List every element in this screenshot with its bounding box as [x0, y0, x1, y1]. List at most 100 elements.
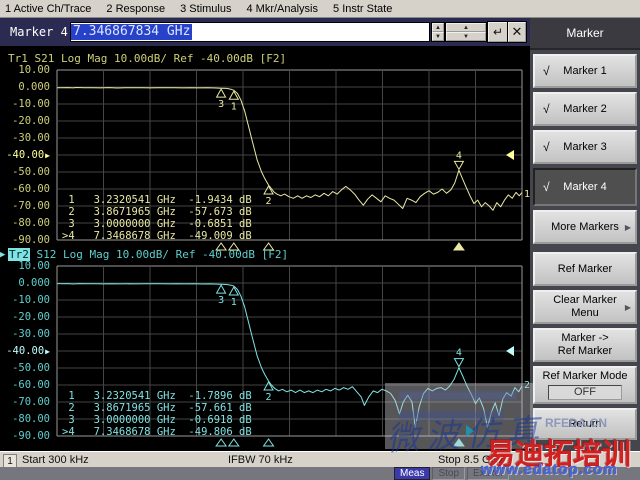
enter-button[interactable]: ↵	[488, 22, 508, 42]
stimulus-marker-4-icon[interactable]	[452, 242, 465, 251]
marker-1-symbol[interactable]: 1	[228, 286, 240, 308]
softkey-marker-1[interactable]: √ Marker 1	[533, 54, 637, 88]
y-tick-label: -40.00▶	[6, 149, 50, 161]
softkey-panel: Marker √ Marker 1 √ Marker 2 √ Marker 3 √ Marke…	[530, 18, 640, 480]
softkey-label: Marker 4	[563, 180, 607, 193]
stimulus-marker-1-icon[interactable]	[227, 438, 240, 447]
y-tick-label: -60.00	[12, 379, 50, 391]
softkey-label: Marker ->	[561, 332, 609, 344]
check-icon: √	[543, 101, 550, 116]
softkey-label: Ref Marker	[557, 345, 613, 357]
status-indicator-stop: Stop	[432, 467, 466, 480]
y-tick-label: -30.00	[12, 328, 50, 340]
check-icon: √	[543, 139, 550, 154]
svg-text:4: 4	[456, 150, 462, 161]
softkey-label: Clear Marker	[553, 294, 617, 306]
svg-text:2: 2	[266, 392, 272, 403]
ref-level-arrow-icon: ▶	[45, 151, 50, 160]
step-down-icon[interactable]: ▼	[446, 32, 486, 41]
marker-value-selected-text: 7.346867834 GHz	[71, 24, 193, 40]
marker-3-symbol[interactable]: 3	[215, 284, 227, 306]
softkey-ref-marker-mode[interactable]: Ref Marker Mode OFF	[533, 366, 637, 404]
marker-3-symbol[interactable]: 3	[215, 88, 227, 110]
softkey-panel-title: Marker	[530, 18, 640, 50]
softkey-label: Marker 3	[563, 140, 607, 153]
plot-area: 3124131242 Tr1 S21 Log Mag 10.00dB/ Ref …	[0, 46, 530, 451]
menu-item-4[interactable]: 4 Mkr/Analysis	[246, 3, 318, 15]
y-tick-label: 0.000	[18, 81, 50, 93]
status-bar: 1 Start 300 kHz IFBW 70 kHz Stop 8.5 GHz	[0, 451, 640, 468]
menu-bar: 1 Active Ch/Trace 2 Response 3 Stimulus 4 M…	[0, 0, 640, 18]
softkey-label: Marker 1	[563, 64, 607, 77]
marker-1-symbol[interactable]: 1	[228, 90, 240, 112]
y-tick-label: 10.00	[18, 260, 50, 272]
menu-item-1[interactable]: 1 Active Ch/Trace	[5, 3, 91, 15]
menu-item-2[interactable]: 2 Response	[106, 3, 165, 15]
softkey-ref-marker[interactable]: Ref Marker	[533, 252, 637, 286]
softkey-label: Return	[568, 417, 602, 430]
softkey-marker-4[interactable]: √ Marker 4	[533, 168, 637, 206]
softkey-marker-3[interactable]: √ Marker 3	[533, 130, 637, 164]
y-tick-label: -80.00	[12, 413, 50, 425]
status-indicator-meas[interactable]: Meas	[394, 467, 431, 480]
stop-frequency-label: Stop 8.5 GHz	[438, 454, 505, 466]
softkey-label: More Markers	[551, 220, 619, 233]
y-tick-label: -40.00▶	[6, 345, 50, 357]
softkey-return[interactable]: Return	[533, 408, 637, 440]
step-up-icon[interactable]: ▲	[446, 23, 486, 32]
softkey-marker-2[interactable]: √ Marker 2	[533, 92, 637, 126]
y-tick-label: -10.00	[12, 294, 50, 306]
softkey-state-value: OFF	[548, 385, 622, 400]
softkey-marker-to-ref-marker[interactable]: Marker -> Ref Marker	[533, 328, 637, 362]
y-axis-labels: 10.00 0.000 -10.00 -20.00 -30.00 -40.00▶ -50.0…	[2, 65, 50, 246]
y-tick-label: -10.00	[12, 98, 50, 110]
marker-table-row: 1 3.2320541 GHz -1.7896 dB	[62, 390, 252, 402]
softkey-label: Marker 2	[563, 102, 607, 115]
trace-format-text: S21 Log Mag 10.00dB/ Ref -40.00dB [F2]	[27, 52, 287, 65]
stimulus-marker-4-icon[interactable]	[452, 438, 465, 447]
y-tick-label: -20.00	[12, 115, 50, 127]
svg-text:1: 1	[231, 297, 237, 308]
marker-table-row: >4 7.3468678 GHz -49.009 dB	[62, 230, 252, 242]
check-icon: √	[543, 63, 550, 78]
close-icon[interactable]: ✕	[508, 22, 526, 42]
marker-value-input[interactable]: 7.346867834 GHz	[70, 22, 430, 42]
svg-text:3: 3	[218, 99, 224, 110]
entry-label: Marker 4	[10, 25, 68, 39]
menu-item-5[interactable]: 5 Instr State	[333, 3, 392, 15]
svg-text:1: 1	[231, 101, 237, 112]
marker-table-row: 3 3.0000000 GHz -0.6851 dB	[62, 218, 252, 230]
instrument-status-strip: Meas Stop ExtRef	[0, 467, 640, 480]
softkey-label: Menu	[571, 307, 599, 319]
marker-table-tr1: 1 3.2320541 GHz -1.9434 dB 2 3.8671965 G…	[62, 194, 252, 242]
y-tick-label: -50.00	[12, 362, 50, 374]
stimulus-marker-2-icon[interactable]	[262, 438, 275, 447]
fine-stepper[interactable]: ▲ ▼	[431, 22, 445, 42]
marker-table-row: 2 3.8671965 GHz -57.661 dB	[62, 402, 252, 414]
softkey-clear-marker-menu[interactable]: Clear Marker Menu ▶	[533, 290, 637, 324]
svg-text:3: 3	[218, 295, 224, 306]
trace-format-text: S12 Log Mag 10.00dB/ Ref -40.00dB [F2]	[29, 248, 289, 261]
step-up-icon[interactable]: ▲	[432, 23, 444, 32]
y-axis-labels: 10.00 0.000 -10.00 -20.00 -30.00 -40.00▶ -50.0…	[2, 261, 50, 442]
channel-number-badge: 1	[3, 454, 17, 468]
menu-item-3[interactable]: 3 Stimulus	[180, 3, 231, 15]
marker-table-row: >4 7.3468678 GHz -49.806 dB	[62, 426, 252, 438]
active-trace-arrow-icon: ▶	[0, 249, 6, 260]
ifbw-label: IFBW 70 kHz	[228, 454, 293, 466]
svg-text:2: 2	[266, 196, 272, 207]
coarse-stepper[interactable]: ▲ ▼	[445, 22, 487, 42]
submenu-arrow-icon: ▶	[624, 222, 631, 232]
y-tick-label: -80.00	[12, 217, 50, 229]
marker-4-symbol[interactable]: 4	[453, 150, 465, 171]
marker-table-row: 3 3.0000000 GHz -0.6918 dB	[62, 414, 252, 426]
softkey-more-markers[interactable]: More Markers ▶	[533, 210, 637, 244]
svg-text:4: 4	[456, 348, 462, 359]
ref-level-arrow-icon: ▶	[45, 347, 50, 356]
stimulus-marker-3-icon[interactable]	[215, 438, 228, 447]
softkey-label: Ref Marker Mode	[542, 370, 628, 382]
y-tick-label: -70.00	[12, 200, 50, 212]
check-icon: √	[543, 179, 550, 194]
y-tick-label: -60.00	[12, 183, 50, 195]
step-down-icon[interactable]: ▼	[432, 32, 444, 41]
